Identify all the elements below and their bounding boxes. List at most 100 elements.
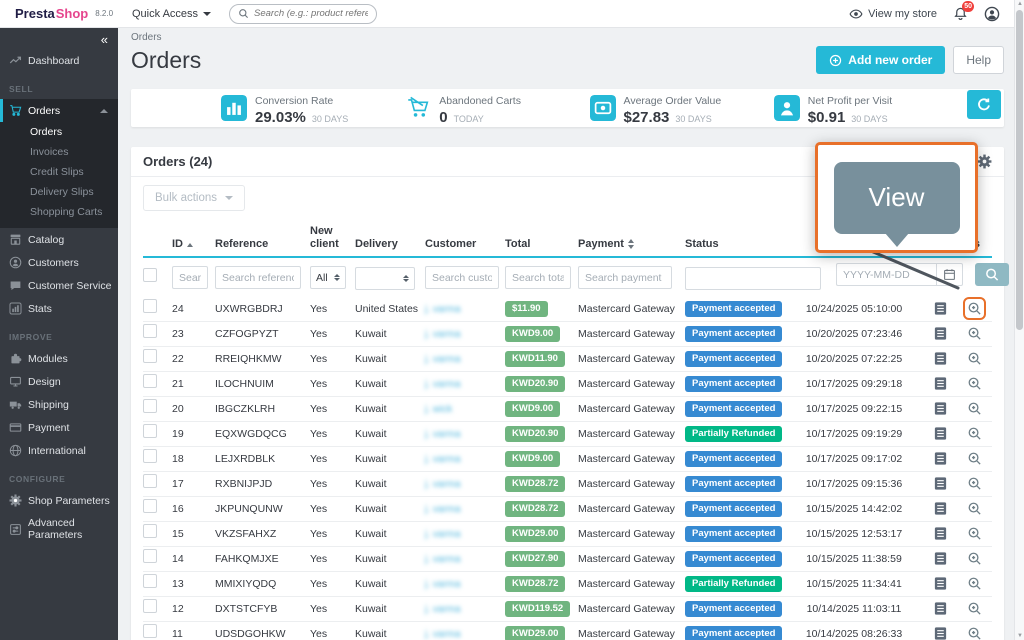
sidebar-item-stats[interactable]: Stats: [0, 297, 118, 320]
sidebar-subitem-orders[interactable]: Orders: [0, 122, 118, 142]
calendar-button[interactable]: [936, 263, 963, 286]
filter-reference-input[interactable]: [215, 266, 301, 289]
row-checkbox[interactable]: [143, 324, 157, 338]
filter-id-input[interactable]: [172, 266, 208, 289]
refresh-kpi-button[interactable]: [967, 90, 1001, 119]
sidebar-item-customers[interactable]: Customers: [0, 251, 118, 274]
filter-date-input[interactable]: [836, 263, 936, 286]
bulk-actions-button[interactable]: Bulk actions: [143, 185, 245, 211]
view-order-icon[interactable]: [967, 626, 982, 640]
view-order-icon[interactable]: [967, 301, 982, 316]
prestashop-logo[interactable]: Presta Shop 8.2.0: [0, 6, 118, 21]
row-checkbox[interactable]: [143, 499, 157, 513]
row-checkbox[interactable]: [143, 574, 157, 588]
sidebar-subitem-delivery-slips[interactable]: Delivery Slips: [0, 182, 118, 202]
sidebar-item-design[interactable]: Design: [0, 370, 118, 393]
order-documents-icon[interactable]: [933, 351, 948, 366]
help-button[interactable]: Help: [953, 46, 1004, 74]
sidebar-subitem-invoices[interactable]: Invoices: [0, 142, 118, 162]
view-my-store-link[interactable]: View my store: [849, 7, 937, 21]
col-total[interactable]: Total: [505, 238, 578, 251]
view-order-icon[interactable]: [967, 476, 982, 491]
sidebar-item-modules[interactable]: Modules: [0, 347, 118, 370]
filter-customer-input[interactable]: [425, 266, 499, 289]
sidebar-item-customer-service[interactable]: Customer Service: [0, 274, 118, 297]
row-checkbox[interactable]: [143, 474, 157, 488]
sidebar-subitem-shopping-carts[interactable]: Shopping Carts: [0, 202, 118, 222]
col-status[interactable]: Status: [685, 238, 788, 251]
view-order-icon[interactable]: [967, 326, 982, 341]
row-checkbox[interactable]: [143, 524, 157, 538]
order-documents-icon[interactable]: [933, 551, 948, 566]
order-documents-icon[interactable]: [933, 601, 948, 616]
order-documents-icon[interactable]: [933, 426, 948, 441]
sidebar-item-orders[interactable]: Orders: [0, 99, 118, 122]
order-documents-icon[interactable]: [933, 476, 948, 491]
add-new-order-button[interactable]: Add new order: [816, 46, 945, 74]
view-order-icon[interactable]: [967, 351, 982, 366]
sidebar-item-shipping[interactable]: Shipping: [0, 393, 118, 416]
sidebar-item-dashboard[interactable]: Dashboard: [0, 49, 118, 72]
gear-icon[interactable]: [977, 154, 992, 169]
notifications-button[interactable]: 50: [953, 6, 968, 21]
sidebar-item-shop-parameters[interactable]: Shop Parameters: [0, 489, 118, 512]
order-documents-icon[interactable]: [933, 626, 948, 640]
scrollbar-up-arrow[interactable]: ▲: [1015, 1, 1024, 7]
order-documents-icon[interactable]: [933, 501, 948, 516]
order-documents-icon[interactable]: [933, 526, 948, 541]
filter-search-button[interactable]: [975, 263, 1009, 286]
view-order-icon[interactable]: [967, 526, 982, 541]
row-checkbox[interactable]: [143, 349, 157, 363]
global-search[interactable]: [229, 4, 377, 24]
scrollbar-down-arrow[interactable]: ▼: [1015, 633, 1024, 639]
sidebar-item-advanced-parameters[interactable]: Advanced Parameters: [0, 512, 118, 546]
row-checkbox[interactable]: [143, 399, 157, 413]
row-checkbox[interactable]: [143, 299, 157, 313]
col-reference[interactable]: Reference: [215, 238, 310, 251]
view-order-icon[interactable]: [967, 401, 982, 416]
row-checkbox[interactable]: [143, 624, 157, 638]
filter-status-select[interactable]: [685, 267, 821, 290]
sidebar-item-label: Advanced Parameters: [28, 517, 114, 541]
col-customer[interactable]: Customer: [425, 238, 505, 251]
row-checkbox[interactable]: [143, 549, 157, 563]
view-order-icon[interactable]: [967, 376, 982, 391]
global-search-input[interactable]: [254, 8, 368, 19]
filter-total-input[interactable]: [505, 266, 571, 289]
user-avatar[interactable]: [984, 6, 1000, 22]
col-new-client[interactable]: New client: [310, 225, 350, 250]
col-id[interactable]: ID: [172, 238, 215, 251]
view-order-icon[interactable]: [967, 601, 982, 616]
order-documents-icon[interactable]: [933, 451, 948, 466]
filter-delivery-select[interactable]: [355, 267, 415, 290]
view-order-icon[interactable]: [967, 501, 982, 516]
select-all-checkbox[interactable]: [143, 268, 157, 282]
vertical-scrollbar[interactable]: ▲ ▼: [1014, 0, 1024, 640]
filter-new-client-select[interactable]: All: [310, 266, 346, 289]
sidebar-item-catalog[interactable]: Catalog: [0, 228, 118, 251]
view-order-icon[interactable]: [967, 426, 982, 441]
order-documents-icon[interactable]: [933, 401, 948, 416]
order-documents-icon[interactable]: [933, 576, 948, 591]
view-order-icon[interactable]: [967, 451, 982, 466]
row-checkbox[interactable]: [143, 449, 157, 463]
col-payment[interactable]: Payment: [578, 238, 685, 251]
filter-payment-input[interactable]: [578, 266, 672, 289]
order-documents-icon[interactable]: [933, 301, 948, 316]
order-documents-icon[interactable]: [933, 376, 948, 391]
row-checkbox[interactable]: [143, 424, 157, 438]
col-delivery[interactable]: Delivery: [355, 238, 425, 251]
order-total: KWD9.00: [505, 326, 578, 342]
advanced-icon: [9, 523, 22, 536]
row-checkbox[interactable]: [143, 599, 157, 613]
sidebar-item-international[interactable]: International: [0, 439, 118, 462]
view-order-icon[interactable]: [967, 576, 982, 591]
sidebar-subitem-credit-slips[interactable]: Credit Slips: [0, 162, 118, 182]
view-order-icon[interactable]: [967, 551, 982, 566]
sidebar-collapse-button[interactable]: «: [0, 28, 118, 49]
scrollbar-thumb[interactable]: [1016, 10, 1023, 330]
quick-access-dropdown[interactable]: Quick Access: [132, 8, 211, 20]
order-documents-icon[interactable]: [933, 326, 948, 341]
row-checkbox[interactable]: [143, 374, 157, 388]
sidebar-item-payment[interactable]: Payment: [0, 416, 118, 439]
